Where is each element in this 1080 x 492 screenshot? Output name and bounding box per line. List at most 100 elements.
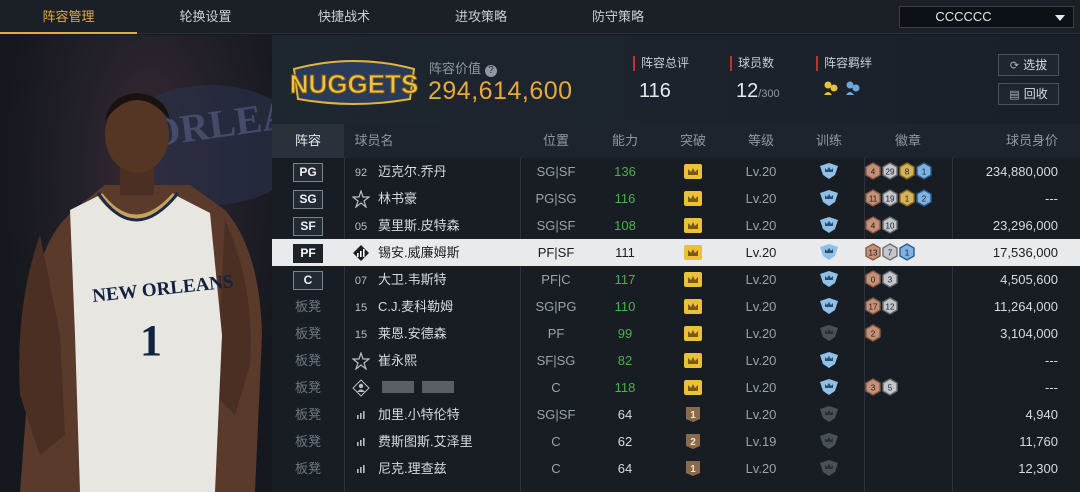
position-badge[interactable]: SG (293, 190, 323, 209)
badge-hex-icon[interactable]: 13 (865, 243, 881, 261)
col-level[interactable]: 等级 (728, 124, 794, 158)
badge-hex-icon[interactable]: 12 (882, 297, 898, 315)
tab-quick-tactics[interactable]: 快捷战术 (274, 0, 414, 34)
training-cell[interactable] (794, 401, 864, 428)
table-row[interactable]: 板凳 15 莱恩.安德森 PF 99 Lv.20 2 3,104,000 (272, 320, 1080, 347)
training-cell[interactable] (794, 428, 864, 455)
bench-label[interactable]: 板凳 (295, 380, 321, 395)
bench-label[interactable]: 板凳 (295, 461, 321, 476)
training-cell[interactable] (794, 239, 864, 266)
table-row[interactable]: 板凳 费斯图斯.艾泽里 C 62 2 Lv.19 11,760 (272, 428, 1080, 455)
bench-label[interactable]: 板凳 (295, 326, 321, 341)
crown-icon (684, 164, 702, 179)
position-badge[interactable]: PG (293, 163, 323, 182)
crown-icon (684, 272, 702, 287)
badge-hex-icon[interactable]: 19 (882, 189, 898, 207)
table-row[interactable]: SG 林书豪 PG|SG 116 Lv.20 11 19 1 2 --- (272, 185, 1080, 212)
training-cell[interactable] (794, 293, 864, 320)
badge-hex-icon[interactable]: 29 (882, 162, 898, 180)
col-lineup[interactable]: 阵容 (272, 124, 344, 158)
badge-hex-icon[interactable]: 2 (916, 189, 932, 207)
bench-label[interactable]: 板凳 (295, 353, 321, 368)
table-row[interactable]: PF 锡安.威廉姆斯 PF|SF 111 Lv.20 13 7 1 17,536,000 (272, 239, 1080, 266)
table-row[interactable]: 板凳 尼克.理查兹 C 64 1 Lv.20 12,300 (272, 455, 1080, 482)
training-cell[interactable] (794, 320, 864, 347)
svg-text:29: 29 (886, 168, 895, 177)
svg-text:19: 19 (886, 195, 895, 204)
badge-hex-icon[interactable]: 1 (899, 243, 915, 261)
position-badge[interactable]: SF (293, 217, 323, 236)
player-name[interactable]: 大卫.韦斯特 (378, 266, 447, 293)
badge-hex-icon[interactable]: 4 (865, 216, 881, 234)
select-button[interactable]: ⟳ 选拔 (998, 54, 1059, 76)
tab-offense-strategy[interactable]: 进攻策略 (414, 0, 548, 34)
training-cell[interactable] (794, 374, 864, 401)
position-badge[interactable]: C (293, 271, 323, 290)
badge-hex-icon[interactable]: 10 (882, 216, 898, 234)
player-name[interactable] (378, 374, 458, 401)
breakthrough-cell: 1 (658, 455, 728, 482)
table-row[interactable]: 板凳 崔永熙 SF|SG 82 Lv.20 --- (272, 347, 1080, 374)
training-shield-icon (820, 352, 838, 368)
table-row[interactable]: 板凳 加里.小特伦特 SG|SF 64 1 Lv.20 4,940 (272, 401, 1080, 428)
badge-hex-icon[interactable]: 3 (865, 378, 881, 396)
player-name[interactable]: 崔永熙 (378, 347, 417, 374)
badge-hex-icon[interactable]: 5 (882, 378, 898, 396)
badge-hex-icon[interactable]: 8 (899, 162, 915, 180)
player-name[interactable]: 迈克尔.乔丹 (378, 158, 447, 185)
bench-label[interactable]: 板凳 (295, 434, 321, 449)
badge-hex-icon[interactable]: 4 (865, 162, 881, 180)
badge-hex-icon[interactable]: 3 (882, 270, 898, 288)
help-icon[interactable]: ? (485, 65, 498, 77)
table-row[interactable]: 板凳 15 C.J.麦科勒姆 SG|PG 110 Lv.20 17 12 11,264,000 (272, 293, 1080, 320)
tab-defense-strategy[interactable]: 防守策略 (548, 0, 688, 34)
team-logo-text: NUGGETS (290, 69, 418, 99)
training-cell[interactable] (794, 266, 864, 293)
table-row[interactable]: C 07 大卫.韦斯特 PF|C 117 Lv.20 0 3 4,505,600 (272, 266, 1080, 293)
bond-blue-icon[interactable] (844, 79, 862, 97)
player-name[interactable]: 尼克.理查兹 (378, 455, 447, 482)
player-name[interactable]: 莱恩.安德森 (378, 320, 447, 347)
badge-hex-icon[interactable]: 2 (865, 324, 881, 342)
player-name[interactable]: 费斯图斯.艾泽里 (378, 428, 473, 455)
training-cell[interactable] (794, 212, 864, 239)
blurred-name (422, 381, 454, 393)
bench-label[interactable]: 板凳 (295, 299, 321, 314)
training-cell[interactable] (794, 347, 864, 374)
position-badge[interactable]: PF (293, 244, 323, 263)
player-name[interactable]: 加里.小特伦特 (378, 401, 460, 428)
player-value-cell: 23,296,000 (992, 218, 1058, 233)
player-name[interactable]: 林书豪 (378, 185, 417, 212)
table-row[interactable]: PG 92 迈克尔.乔丹 SG|SF 136 Lv.20 4 29 8 1 234,880,000 (272, 158, 1080, 185)
col-badges[interactable]: 徽章 (864, 124, 952, 158)
badge-hex-icon[interactable]: 17 (865, 297, 881, 315)
badge-hex-icon[interactable]: 1 (916, 162, 932, 180)
player-name[interactable]: 莫里斯.皮特森 (378, 212, 460, 239)
badge-hex-icon[interactable]: 0 (865, 270, 881, 288)
tab-lineup-management[interactable]: 阵容管理 (0, 0, 137, 34)
badge-hex-icon[interactable]: 1 (899, 189, 915, 207)
player-name[interactable]: 锡安.威廉姆斯 (378, 239, 460, 266)
bench-label[interactable]: 板凳 (295, 407, 321, 422)
recycle-button[interactable]: ▤ 回收 (998, 83, 1059, 105)
bond-yellow-icon[interactable] (822, 79, 840, 97)
player-value-cell: 234,880,000 (985, 164, 1058, 179)
table-row[interactable]: SF 05 莫里斯.皮特森 SG|SF 108 Lv.20 4 10 23,296,000 (272, 212, 1080, 239)
training-cell[interactable] (794, 455, 864, 482)
col-ability[interactable]: 能力 (592, 124, 658, 158)
badge-hex-icon[interactable]: 7 (882, 243, 898, 261)
player-name[interactable]: C.J.麦科勒姆 (378, 293, 453, 320)
breakthrough-cell (658, 374, 728, 401)
table-row[interactable]: 板凳 C 118 Lv.20 3 5 --- (272, 374, 1080, 401)
training-cell[interactable] (794, 185, 864, 212)
col-position[interactable]: 位置 (520, 124, 592, 158)
col-breakthrough[interactable]: 突破 (658, 124, 728, 158)
training-cell[interactable] (794, 158, 864, 185)
col-player-value[interactable]: 球员身价 (952, 124, 1080, 158)
col-player-name[interactable]: 球员名 (344, 124, 404, 158)
badge-hex-icon[interactable]: 11 (865, 189, 881, 207)
tab-rotation-settings[interactable]: 轮换设置 (137, 0, 274, 34)
col-training[interactable]: 训练 (794, 124, 864, 158)
team-select-dropdown[interactable]: CCCCCC (899, 6, 1074, 28)
player-count-stat: 球员数 12/300 (730, 56, 780, 103)
